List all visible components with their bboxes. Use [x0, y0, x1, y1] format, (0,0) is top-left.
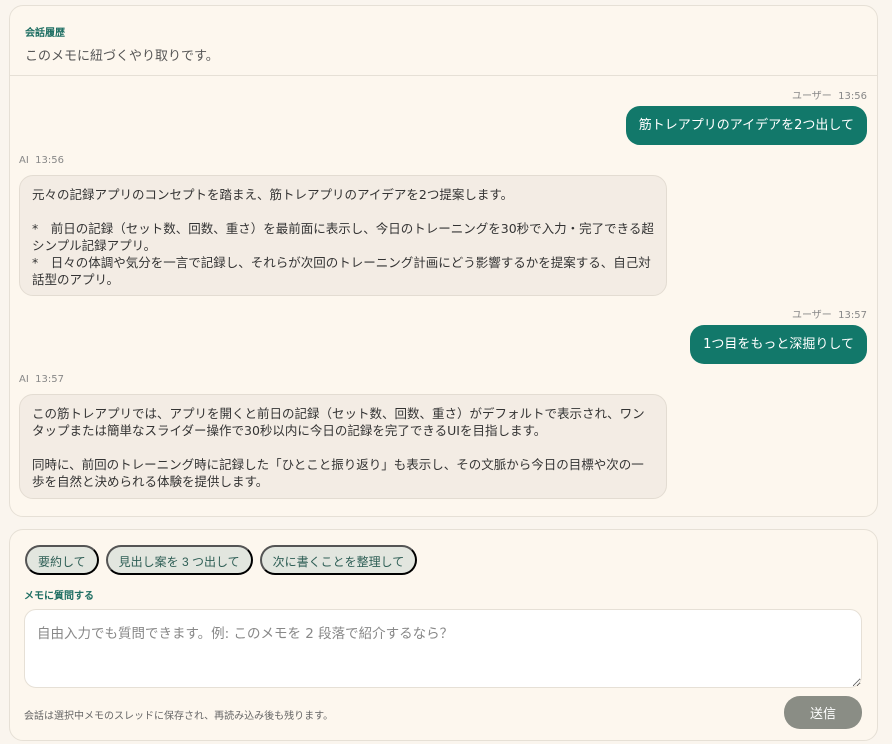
send-button[interactable]: 送信	[784, 696, 862, 729]
suggestion-chips: 要約して 見出し案を 3 つ出して 次に書くことを整理して	[25, 545, 418, 575]
chip-organize-next[interactable]: 次に書くことを整理して	[259, 545, 418, 575]
message-meta: AI 13:56	[19, 155, 64, 166]
ai-message: この筋トレアプリでは、アプリを開くと前日の記録（セット数、回数、重さ）がデフォル…	[19, 394, 667, 499]
composer-panel: 要約して 見出し案を 3 つ出して 次に書くことを整理して メモに質問する 会話…	[9, 529, 878, 741]
conversation-history-panel: 会話履歴 このメモに紐づくやり取りです。 ユーザー 13:56 筋トレアプリのア…	[9, 5, 878, 517]
history-subtitle: このメモに紐づくやり取りです。	[25, 49, 219, 64]
question-input[interactable]	[24, 609, 862, 688]
question-label: メモに質問する	[24, 591, 94, 602]
message-meta: ユーザー 13:56	[792, 91, 867, 102]
chip-summarize[interactable]: 要約して	[25, 545, 99, 575]
message-meta: ユーザー 13:57	[792, 310, 867, 321]
user-message: 筋トレアプリのアイデアを2つ出して	[625, 106, 867, 145]
user-message: 1つ目をもっと深掘りして	[690, 325, 867, 364]
chip-headlines[interactable]: 見出し案を 3 つ出して	[105, 545, 253, 575]
ai-message: 元々の記録アプリのコンセプトを踏まえ、筋トレアプリのアイデアを2つ提案します。 …	[19, 175, 667, 296]
history-header: 会話履歴 このメモに紐づくやり取りです。	[10, 6, 877, 76]
history-label: 会話履歴	[25, 28, 65, 39]
save-note: 会話は選択中メモのスレッドに保存され、再読み込み後も残ります。	[24, 711, 334, 722]
message-meta: AI 13:57	[19, 374, 64, 385]
